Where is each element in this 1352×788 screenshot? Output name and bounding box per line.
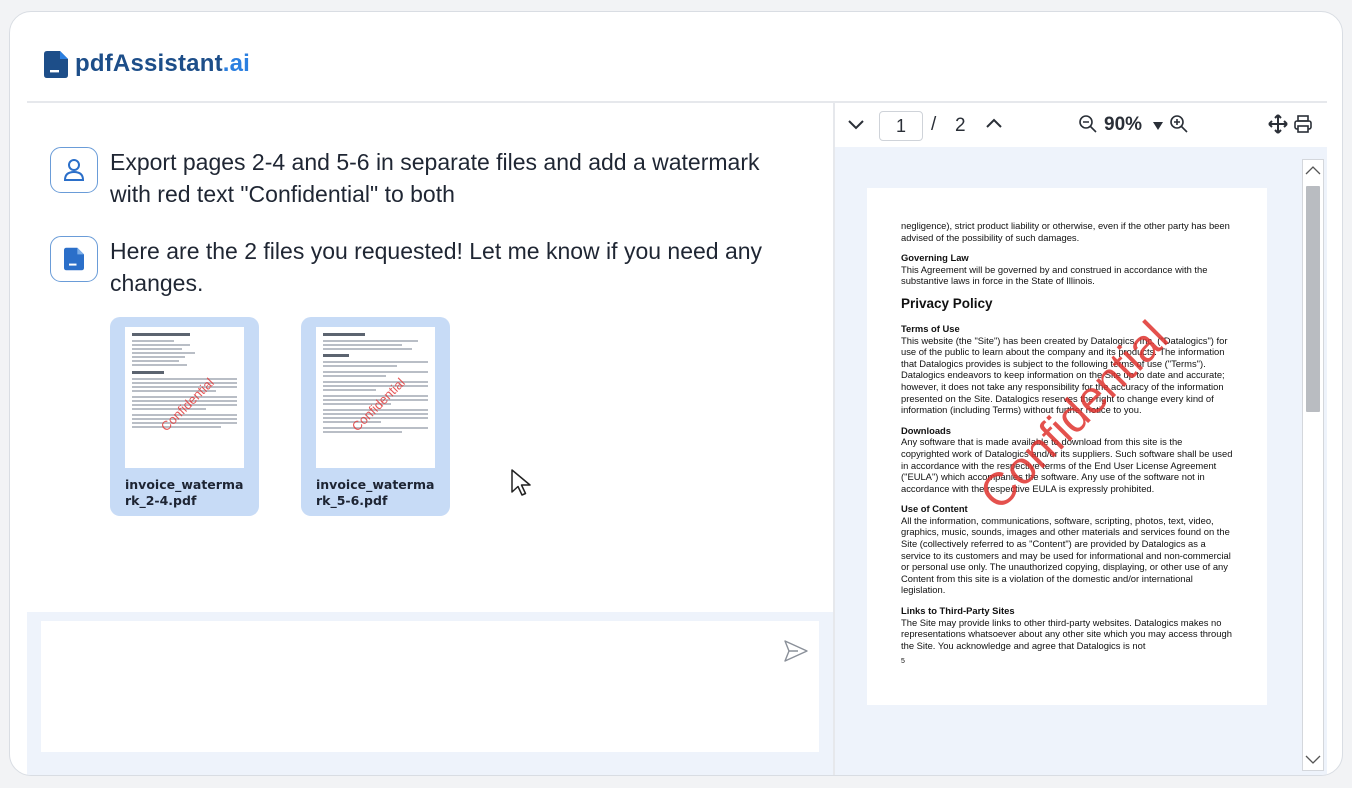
scrollbar-thumb[interactable] [1306, 186, 1320, 412]
section-body: This website (the "Site") has been creat… [901, 334, 1228, 416]
file-list: Confidential invoice_watermark_2-4.pdf C… [110, 317, 450, 516]
section-heading: Links to Third-Party Sites [901, 605, 1015, 617]
assistant-message-text: Here are the 2 files you requested! Let … [110, 238, 763, 296]
file-card[interactable]: Confidential invoice_watermark_2-4.pdf [110, 317, 259, 516]
file-thumbnail: Confidential [125, 327, 244, 468]
user-message: Export pages 2-4 and 5-6 in separate fil… [50, 147, 800, 210]
chat-input-area [27, 612, 833, 775]
chat-input[interactable] [41, 621, 819, 752]
print-icon[interactable] [1293, 114, 1313, 134]
file-name[interactable]: invoice_watermark_5-6.pdf [316, 477, 435, 509]
assistant-message: Here are the 2 files you requested! Let … [50, 236, 800, 299]
send-icon[interactable] [783, 638, 809, 664]
logo: pdfAssistant.ai [44, 50, 250, 78]
pdf-page: negligence), strict product liability or… [867, 188, 1267, 705]
section-body: All the information, communications, sof… [901, 514, 1231, 596]
section-body: The Site may provide links to other thir… [901, 616, 1232, 651]
section-heading: Terms of Use [901, 322, 960, 334]
file-thumbnail: Confidential [316, 327, 435, 468]
user-avatar [50, 147, 98, 193]
zoom-dropdown-icon[interactable] [1152, 121, 1164, 131]
app-frame: pdfAssistant.ai Export pages 2-4 and 5-6… [9, 11, 1343, 776]
scroll-up-icon[interactable] [1304, 161, 1322, 181]
total-pages: 2 [955, 115, 966, 136]
chevron-up-icon[interactable] [985, 116, 1003, 130]
page-footer-number: 5 [901, 658, 905, 666]
pdf-document-icon [64, 247, 84, 271]
zoom-out-icon[interactable] [1078, 114, 1098, 134]
section-body: Any software that is made available to d… [901, 436, 1233, 494]
user-icon [63, 159, 85, 181]
brand-name: pdfAssistant.ai [75, 50, 251, 77]
viewer-scrollbar[interactable] [1302, 159, 1324, 771]
document-title: Privacy Policy [901, 295, 993, 311]
pdf-document-icon [44, 50, 68, 78]
section-heading: Downloads [901, 424, 952, 436]
zoom-level[interactable]: 90% [1104, 114, 1142, 136]
user-message-text: Export pages 2-4 and 5-6 in separate fil… [110, 149, 760, 207]
file-name[interactable]: invoice_watermark_2-4.pdf [125, 477, 244, 509]
scroll-down-icon[interactable] [1304, 749, 1322, 769]
file-card[interactable]: Confidential invoice_watermark_5-6.pdf [301, 317, 450, 516]
pdf-viewer: negligence), strict product liability or… [835, 147, 1327, 775]
section-body: This Agreement will be governed by and c… [901, 263, 1208, 287]
chevron-down-icon[interactable] [847, 117, 865, 131]
pan-move-icon[interactable] [1268, 114, 1288, 134]
viewer-toolbar: / 2 90% [835, 103, 1327, 147]
section-heading: Use of Content [901, 503, 968, 515]
section-heading: Governing Law [901, 252, 969, 264]
mouse-pointer-icon [511, 469, 531, 496]
page-paragraph: negligence), strict product liability or… [901, 220, 1230, 243]
page-separator: / [931, 114, 937, 135]
page-number-input[interactable] [879, 111, 923, 141]
zoom-in-icon[interactable] [1169, 114, 1189, 134]
assistant-avatar [50, 236, 98, 282]
